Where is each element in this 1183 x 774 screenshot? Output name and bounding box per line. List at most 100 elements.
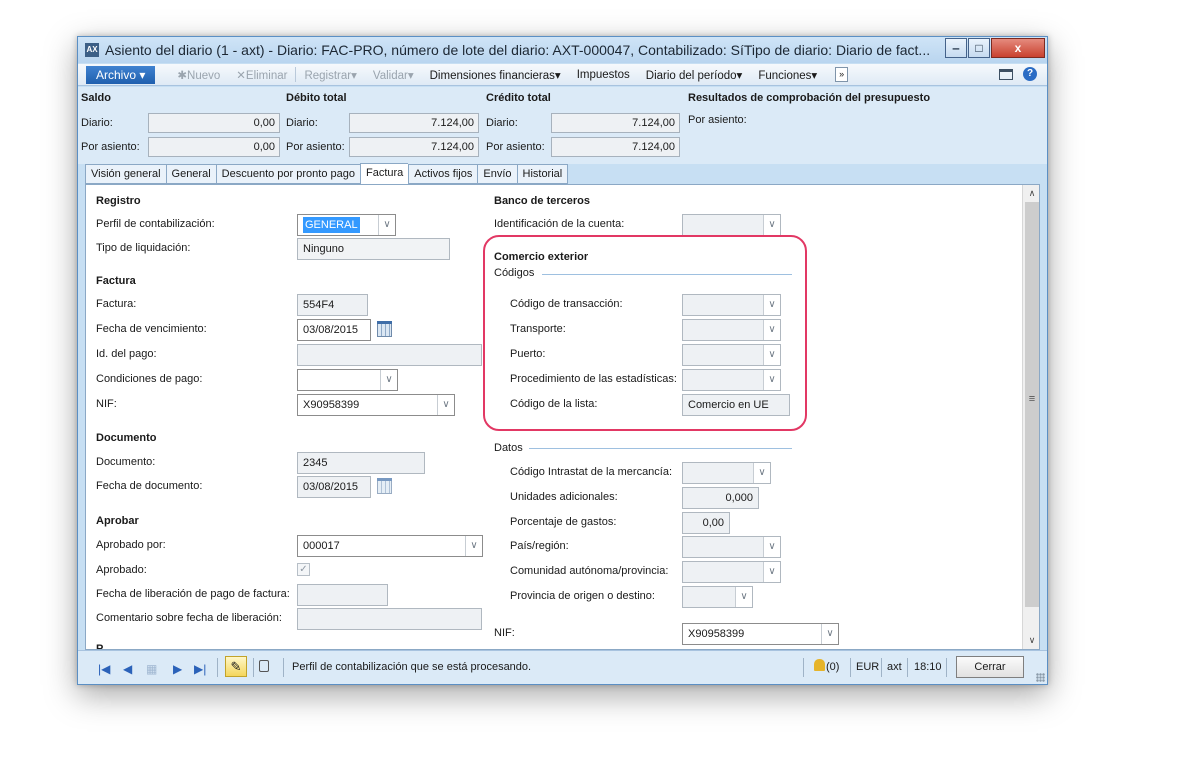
chevron-down-icon[interactable]: ∨ <box>465 536 482 556</box>
eliminar-button[interactable]: ✕Eliminar <box>228 68 295 82</box>
minimize-button[interactable]: ‒ <box>945 38 967 58</box>
chevron-down-icon[interactable]: ∨ <box>821 624 838 644</box>
chevron-down-icon[interactable]: ∨ <box>763 320 780 340</box>
aprobado-por-select[interactable]: 000017 ∨ <box>297 535 483 557</box>
nif-factura-value: X90958399 <box>303 399 360 411</box>
tab-activos-fijos[interactable]: Activos fijos <box>408 164 478 184</box>
pais-select[interactable]: ∨ <box>682 536 781 558</box>
chevron-down-icon[interactable]: ∨ <box>763 370 780 390</box>
liberacion-field[interactable] <box>297 584 388 606</box>
procedimiento-select[interactable]: ∨ <box>682 369 781 391</box>
gastos-field[interactable]: 0,00 <box>682 512 730 534</box>
chevron-down-icon[interactable]: ∨ <box>763 345 780 365</box>
status-separator <box>803 658 804 677</box>
tab-strip: Visión general General Descuento por pro… <box>85 163 569 184</box>
fecha-documento-field[interactable]: 03/08/2015 <box>297 476 371 498</box>
saldo-diario-value: 0,00 <box>148 113 280 133</box>
vencimiento-field[interactable]: 03/08/2015 <box>297 319 371 341</box>
scroll-up-icon[interactable]: ∧ <box>1024 185 1039 202</box>
cuenta-select[interactable]: ∨ <box>682 214 781 236</box>
layout-icon[interactable] <box>999 68 1013 80</box>
help-icon[interactable]: ? <box>1023 67 1037 81</box>
tipo-liquidacion-field[interactable]: Ninguno <box>297 238 450 260</box>
transporte-select[interactable]: ∨ <box>682 319 781 341</box>
comunidad-select[interactable]: ∨ <box>682 561 781 583</box>
factura-field[interactable]: 554F4 <box>297 294 368 316</box>
nuevo-button[interactable]: ✱Nuevo <box>169 68 228 82</box>
funciones-menu[interactable]: Funciones▾ <box>750 68 825 82</box>
tab-envio[interactable]: Envío <box>477 164 517 184</box>
maximize-button[interactable]: □ <box>968 38 990 58</box>
chevron-down-icon[interactable]: ∨ <box>378 215 395 235</box>
lista-field[interactable]: Comercio en UE <box>682 394 790 416</box>
chevron-down-icon[interactable]: ∨ <box>735 587 752 607</box>
chevron-down-icon[interactable]: ∨ <box>380 370 397 390</box>
diario-periodo-menu[interactable]: Diario del período▾ <box>638 68 751 82</box>
dimensiones-menu[interactable]: Dimensiones financieras▾ <box>422 68 569 82</box>
currency-indicator: EUR <box>856 661 880 673</box>
tab-general[interactable]: General <box>165 164 216 184</box>
archivo-menu-button[interactable]: Archivo ▾ <box>86 65 156 84</box>
saldo-asiento-value: 0,00 <box>148 137 280 157</box>
status-separator <box>217 658 218 677</box>
provincia-select[interactable]: ∨ <box>682 586 753 608</box>
attachment-icon[interactable] <box>259 660 269 672</box>
tab-factura[interactable]: Factura <box>359 163 409 184</box>
pais-label: País/región: <box>510 540 569 552</box>
puerto-select[interactable]: ∨ <box>682 344 781 366</box>
nif-right-label: NIF: <box>494 627 515 639</box>
grid-view-icon[interactable]: ▦ <box>146 662 157 676</box>
chevron-down-icon[interactable]: ∨ <box>763 537 780 557</box>
registrar-menu[interactable]: Registrar▾ <box>296 68 364 82</box>
validar-menu[interactable]: Validar▾ <box>365 68 422 82</box>
scroll-thumb[interactable]: ≡ <box>1025 202 1039 607</box>
chevron-down-icon[interactable]: ∨ <box>763 215 780 235</box>
intrastat-label: Código Intrastat de la mercancía: <box>510 466 673 478</box>
transaccion-select[interactable]: ∨ <box>682 294 781 316</box>
tab-vision-general[interactable]: Visión general <box>85 164 166 184</box>
chevron-down-icon[interactable]: ∨ <box>437 395 454 415</box>
chevron-down-icon[interactable]: ∨ <box>753 463 770 483</box>
close-window-button[interactable]: x <box>991 38 1045 58</box>
edit-pencil-icon[interactable]: ✎ <box>225 656 247 677</box>
unidades-label: Unidades adicionales: <box>510 491 618 503</box>
id-pago-field[interactable] <box>297 344 482 366</box>
documento-field[interactable]: 2345 <box>297 452 425 474</box>
chevron-down-icon[interactable]: ∨ <box>763 295 780 315</box>
perfil-label: Perfil de contabilización: <box>96 218 215 230</box>
last-record-icon[interactable]: ▶| <box>194 662 206 676</box>
impuestos-button[interactable]: Impuestos <box>569 69 638 81</box>
condiciones-select[interactable]: ∨ <box>297 369 398 391</box>
perfil-select[interactable]: GENERAL ∨ <box>297 214 396 236</box>
nif-factura-select[interactable]: X90958399 ∨ <box>297 394 455 416</box>
calendar-icon[interactable] <box>377 321 392 337</box>
diario-periodo-label: Diario del período <box>645 69 737 82</box>
unidades-field[interactable]: 0,000 <box>682 487 759 509</box>
scroll-down-icon[interactable]: ∨ <box>1024 632 1039 649</box>
aprobado-checkbox[interactable]: ✓ <box>297 563 310 576</box>
datos-group-title: Datos <box>494 442 523 454</box>
alerts-count[interactable]: (0) <box>826 661 839 673</box>
next-record-icon[interactable]: ▶ <box>173 662 182 676</box>
comentario-field[interactable] <box>297 608 482 630</box>
credito-diario-value: 7.124,00 <box>551 113 680 133</box>
journal-entry-window: AX Asiento del diario (1 - axt) - Diario… <box>77 36 1048 685</box>
resize-grip[interactable] <box>1036 673 1045 682</box>
registrar-label: Registrar <box>304 69 352 82</box>
nif-factura-label: NIF: <box>96 398 117 410</box>
intrastat-select[interactable]: ∨ <box>682 462 771 484</box>
vertical-scrollbar[interactable]: ∧ ≡ ∨ <box>1022 185 1039 649</box>
bell-icon[interactable] <box>814 659 825 671</box>
tab-historial[interactable]: Historial <box>516 164 569 184</box>
tab-descuento[interactable]: Descuento por pronto pago <box>215 164 360 184</box>
delete-icon: ✕ <box>236 69 246 82</box>
previous-record-icon[interactable]: ◀ <box>123 662 132 676</box>
more-actions-button[interactable]: » <box>835 67 849 82</box>
cerrar-button[interactable]: Cerrar <box>956 656 1024 678</box>
nif-right-select[interactable]: X90958399 ∨ <box>682 623 839 645</box>
factura-label: Factura: <box>96 298 137 310</box>
debito-diario-value: 7.124,00 <box>349 113 479 133</box>
calendar-icon[interactable] <box>377 478 392 494</box>
first-record-icon[interactable]: |◀ <box>98 662 110 676</box>
chevron-down-icon[interactable]: ∨ <box>763 562 780 582</box>
